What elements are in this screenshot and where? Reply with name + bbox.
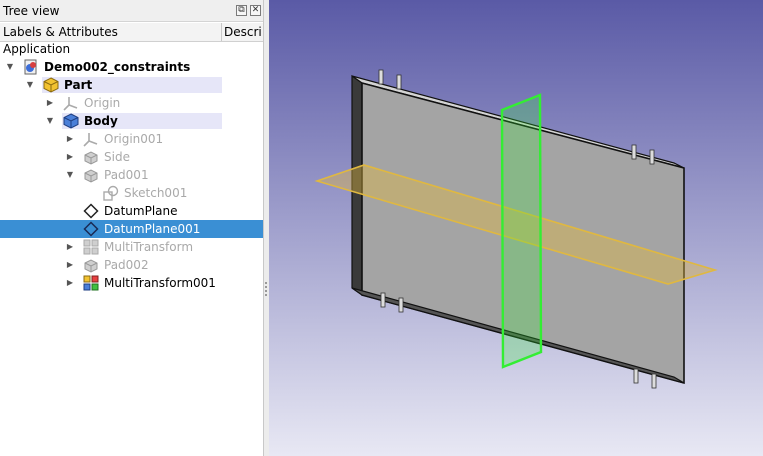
tree-label-side: Side [104,150,130,164]
expand-arrow-icon[interactable]: ▼ [45,116,55,126]
tree-label-pad001: Pad001 [104,168,149,182]
tree-row-pad002[interactable]: ▶ Pad002 [0,256,263,274]
tree-label-multitransform: MultiTransform [104,240,194,254]
expand-arrow-icon[interactable]: ▼ [5,62,15,72]
column-divider[interactable] [221,23,222,41]
datum-plane-icon [83,221,99,237]
tree-label-pad002: Pad002 [104,258,149,272]
column-header-description[interactable]: Descri [224,25,263,39]
body-icon [63,113,79,129]
tree-label-sketch001: Sketch001 [124,186,188,200]
pad-feature-icon [84,169,98,183]
panel-title: Tree view [3,4,60,18]
tree-label-datumplane: DatumPlane [104,204,178,218]
datum-plane-vertical-selected[interactable] [500,93,543,369]
expand-arrow-icon[interactable]: ▼ [65,170,75,180]
collapsed-arrow-icon[interactable]: ▶ [65,278,75,288]
collapsed-arrow-icon[interactable]: ▶ [45,98,55,108]
tree-label-origin001: Origin001 [104,132,164,146]
tree-label-body: Body [84,114,118,128]
collapsed-arrow-icon[interactable]: ▶ [65,242,75,252]
tree-row-application[interactable]: Application [0,40,263,58]
tree-label-datumplane001: DatumPlane001 [104,222,201,236]
collapsed-arrow-icon[interactable]: ▶ [65,260,75,270]
sketch-icon [103,185,119,201]
tree-label-application: Application [3,42,71,56]
panel-title-bar: Tree view ⧉ ✕ [0,0,263,22]
tree-row-datumplane001[interactable]: DatumPlane001 [0,220,263,238]
multitransform-icon [83,239,99,255]
close-panel-button[interactable]: ✕ [250,5,261,16]
collapsed-arrow-icon[interactable]: ▶ [65,134,75,144]
tree-row-origin001[interactable]: ▶ Origin001 [0,130,263,148]
tree-label-part: Part [64,78,93,92]
tree-row-pad001[interactable]: ▼ Pad001 [0,166,263,184]
expand-arrow-icon[interactable]: ▼ [25,80,35,90]
tree-row-sketch001[interactable]: Sketch001 [0,184,263,202]
datum-plane-icon [83,203,99,219]
part-icon [43,77,59,93]
origin-axes-icon [63,97,78,111]
tree-label-document: Demo002_constraints [44,60,191,74]
origin-axes-icon [83,133,98,147]
tree-row-multitransform[interactable]: ▶ MultiTransform [0,238,263,256]
tree-row-origin[interactable]: ▶ Origin [0,94,263,112]
pad-feature-icon [84,151,98,165]
multitransform-icon [83,275,99,291]
tree-label-multitransform001: MultiTransform001 [104,276,216,290]
tree-row-document[interactable]: ▼ Demo002_constraints [0,58,263,76]
splitter-handle-icon[interactable] [265,282,267,296]
tree-row-body[interactable]: ▼ Body [0,112,263,130]
tree-row-part[interactable]: ▼ Part [0,76,263,94]
tree-row-datumplane[interactable]: DatumPlane [0,202,263,220]
tree-row-side[interactable]: ▶ Side [0,148,263,166]
document-icon [24,59,37,75]
pad-feature-icon [84,259,98,273]
tree-row-multitransform001[interactable]: ▶ MultiTransform001 [0,274,263,292]
collapsed-arrow-icon[interactable]: ▶ [65,152,75,162]
3d-viewport[interactable] [269,0,763,456]
float-panel-button[interactable]: ⧉ [236,5,247,16]
tree-view-panel: Tree view ⧉ ✕ Labels & Attributes Descri… [0,0,264,456]
column-header-labels[interactable]: Labels & Attributes [3,25,219,39]
tree-label-origin: Origin [84,96,121,110]
